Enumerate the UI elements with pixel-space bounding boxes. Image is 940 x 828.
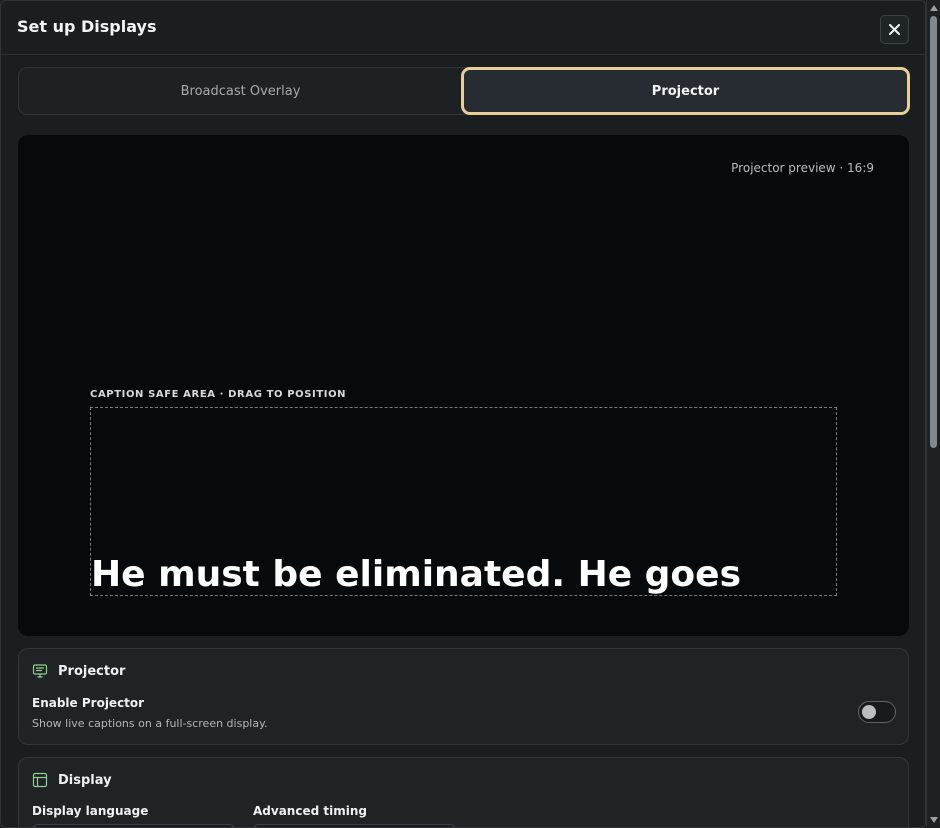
tab-broadcast-overlay[interactable]: Broadcast Overlay — [19, 68, 462, 114]
display-language-label: Display language — [32, 804, 149, 818]
dialog-title: Set up Displays — [17, 17, 157, 36]
enable-projector-label: Enable Projector — [32, 696, 145, 710]
projector-preview: Projector preview · 16:9 CAPTION SAFE AR… — [18, 135, 909, 636]
caption-safe-area-label: CAPTION SAFE AREA · DRAG TO POSITION — [90, 389, 347, 400]
advanced-timing-label: Advanced timing — [253, 804, 367, 818]
preview-label: Projector preview · 16:9 — [731, 161, 874, 175]
close-icon — [889, 24, 900, 35]
enable-projector-toggle[interactable] — [858, 701, 896, 723]
caption-safe-area[interactable]: He must be eliminated. He goes — [90, 407, 837, 596]
projector-card-title: Projector — [58, 663, 126, 679]
caption-preview-text: He must be eliminated. He goes — [91, 554, 742, 595]
set-up-displays-dialog: Set up Displays Broadcast Overlay Projec… — [0, 0, 926, 828]
display-card-title: Display — [58, 772, 112, 788]
projector-icon — [32, 664, 48, 678]
projector-card-header: Projector — [32, 663, 125, 679]
display-card-header: Display — [32, 772, 112, 788]
scroll-up-arrow-icon[interactable] — [930, 5, 938, 11]
projector-settings-card: Projector Enable Projector Show live cap… — [18, 648, 909, 745]
tab-projector[interactable]: Projector — [461, 67, 910, 115]
scroll-down-arrow-icon[interactable] — [930, 817, 938, 823]
advanced-timing-select[interactable] — [253, 824, 456, 827]
dialog-header: Set up Displays — [1, 1, 925, 55]
close-button[interactable] — [880, 15, 909, 44]
scrollbar-thumb[interactable] — [930, 16, 937, 448]
display-language-select[interactable] — [32, 824, 235, 827]
display-tabs: Broadcast Overlay Projector — [18, 67, 910, 115]
layout-icon — [32, 772, 48, 788]
display-settings-card: Display Display language Advanced timing — [18, 757, 909, 827]
enable-projector-help: Show live captions on a full-screen disp… — [32, 717, 268, 730]
vertical-scrollbar[interactable] — [926, 0, 940, 828]
toggle-knob — [862, 705, 876, 719]
